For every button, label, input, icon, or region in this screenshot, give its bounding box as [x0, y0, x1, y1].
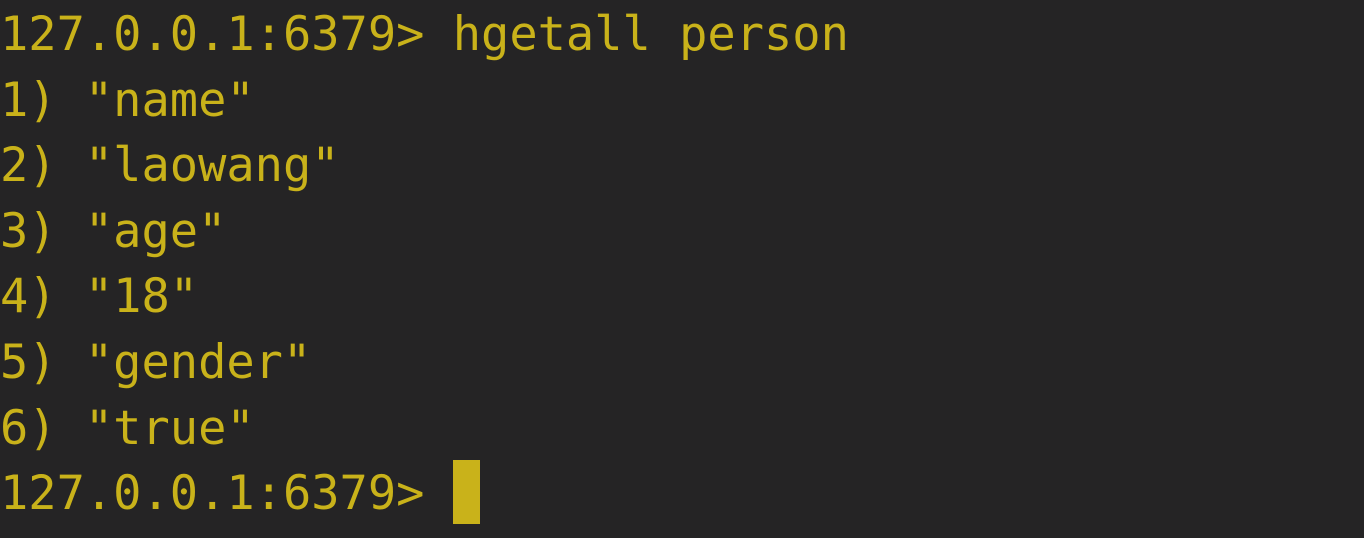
prompt: 127.0.0.1:6379> [0, 466, 453, 522]
output-line: 3) "age" [0, 203, 227, 259]
command-text: hgetall person [452, 7, 849, 62]
output-line: 1) "name" [0, 72, 255, 128]
text-cursor [452, 459, 480, 524]
output-line: 4) "18" [0, 269, 199, 325]
output-line: 2) "laowang" [0, 138, 340, 194]
output-line: 5) "gender" [0, 334, 312, 390]
terminal-window[interactable]: 127.0.0.1:6379> hgetall person 1) "name"… [0, 0, 1364, 538]
prompt: 127.0.0.1:6379> [0, 7, 453, 62]
output-line: 6) "true" [0, 400, 255, 456]
command-line: 127.0.0.1:6379> hgetall person [0, 2, 1364, 68]
input-line[interactable]: 127.0.0.1:6379> [0, 459, 1364, 527]
